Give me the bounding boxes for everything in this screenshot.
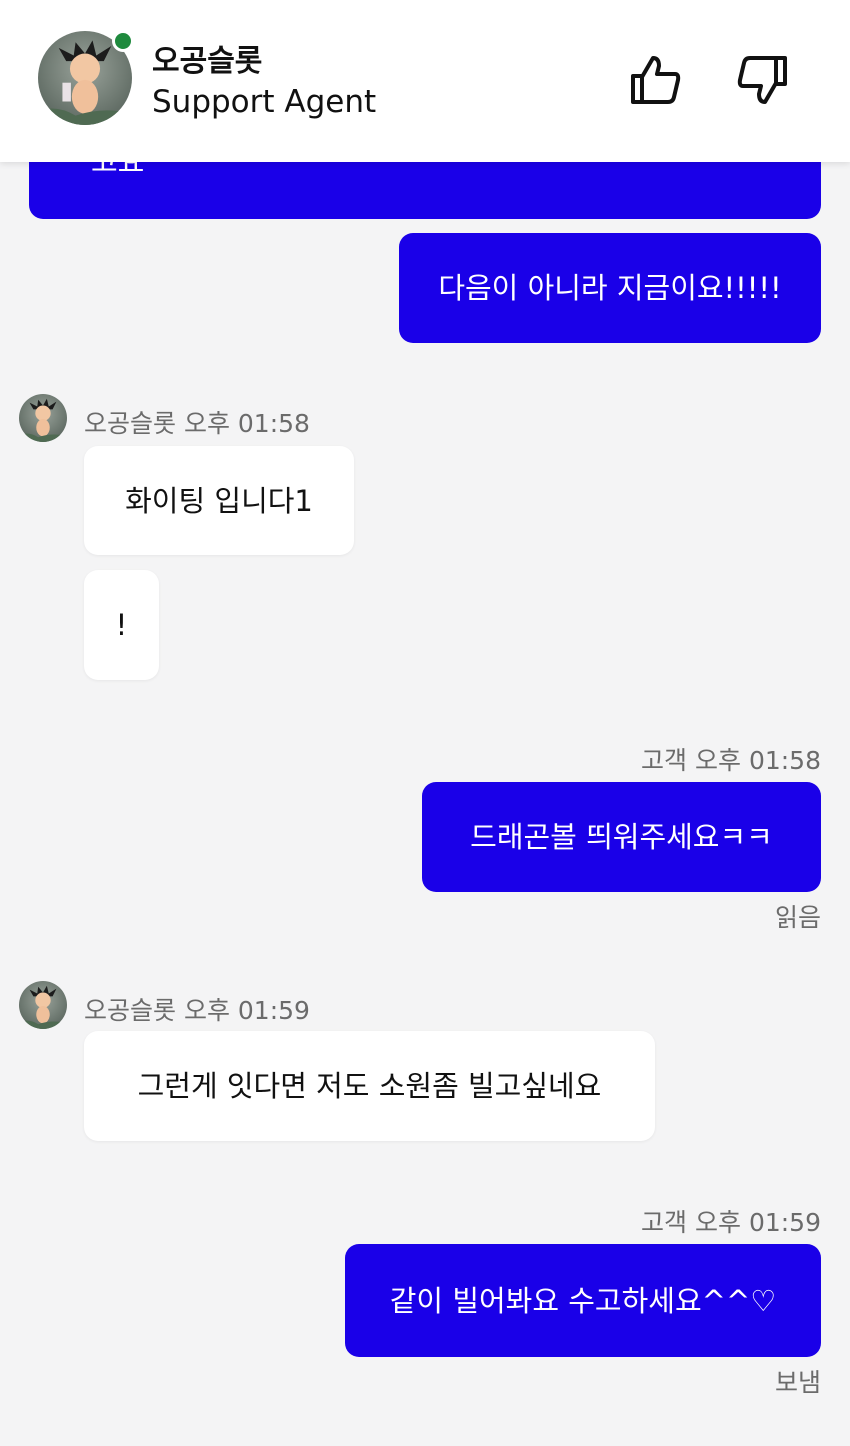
customer-message: 드래곤볼 띄워주세요ㅋㅋ [422,782,821,892]
message-author-time: 고객 오후 01:58 [641,746,821,775]
message-text: 그런게 잇다면 저도 소원좀 빌고싶네요 [137,1069,602,1103]
message-author-time: 오공슬롯 오후 01:58 [84,409,310,438]
message-author-time: 오공슬롯 오후 01:59 [84,996,310,1025]
message-text: 드래곤볼 띄워주세요ㅋㅋ [470,820,773,854]
message-text: 같이 빌어봐요 수고하세요^^♡ [389,1283,777,1318]
message-text: 다음이 아니라 지금이요!!!!! [438,271,782,305]
sent-receipt: 보냄 [774,1368,821,1397]
agent-message: 화이팅 입니다1 [84,446,354,555]
customer-message: 다음이 아니라 지금이요!!!!! [399,233,821,343]
agent-name: 오공슬롯 [152,44,263,79]
agent-role: Support Agent [152,84,377,120]
message-text: ! [115,608,128,642]
customer-message: 같이 빌어봐요 수고하세요^^♡ [345,1244,821,1357]
thumbs-down-button[interactable] [731,48,795,112]
thumbs-down-icon [737,56,787,104]
agent-message: ! [84,570,159,680]
agent-message: 그런게 잇다면 저도 소원좀 빌고싶네요 [84,1031,655,1141]
message-author-time: 고객 오후 01:59 [641,1208,821,1237]
thumbs-up-icon [631,56,681,104]
chat-header: 오공슬롯 Support Agent [0,0,850,162]
message-text: 화이팅 입니다1 [125,483,313,518]
online-status-icon [112,30,134,52]
agent-avatar [19,981,67,1029]
thumbs-up-button[interactable] [623,48,687,112]
read-receipt: 읽음 [774,903,821,932]
agent-avatar [19,394,67,442]
